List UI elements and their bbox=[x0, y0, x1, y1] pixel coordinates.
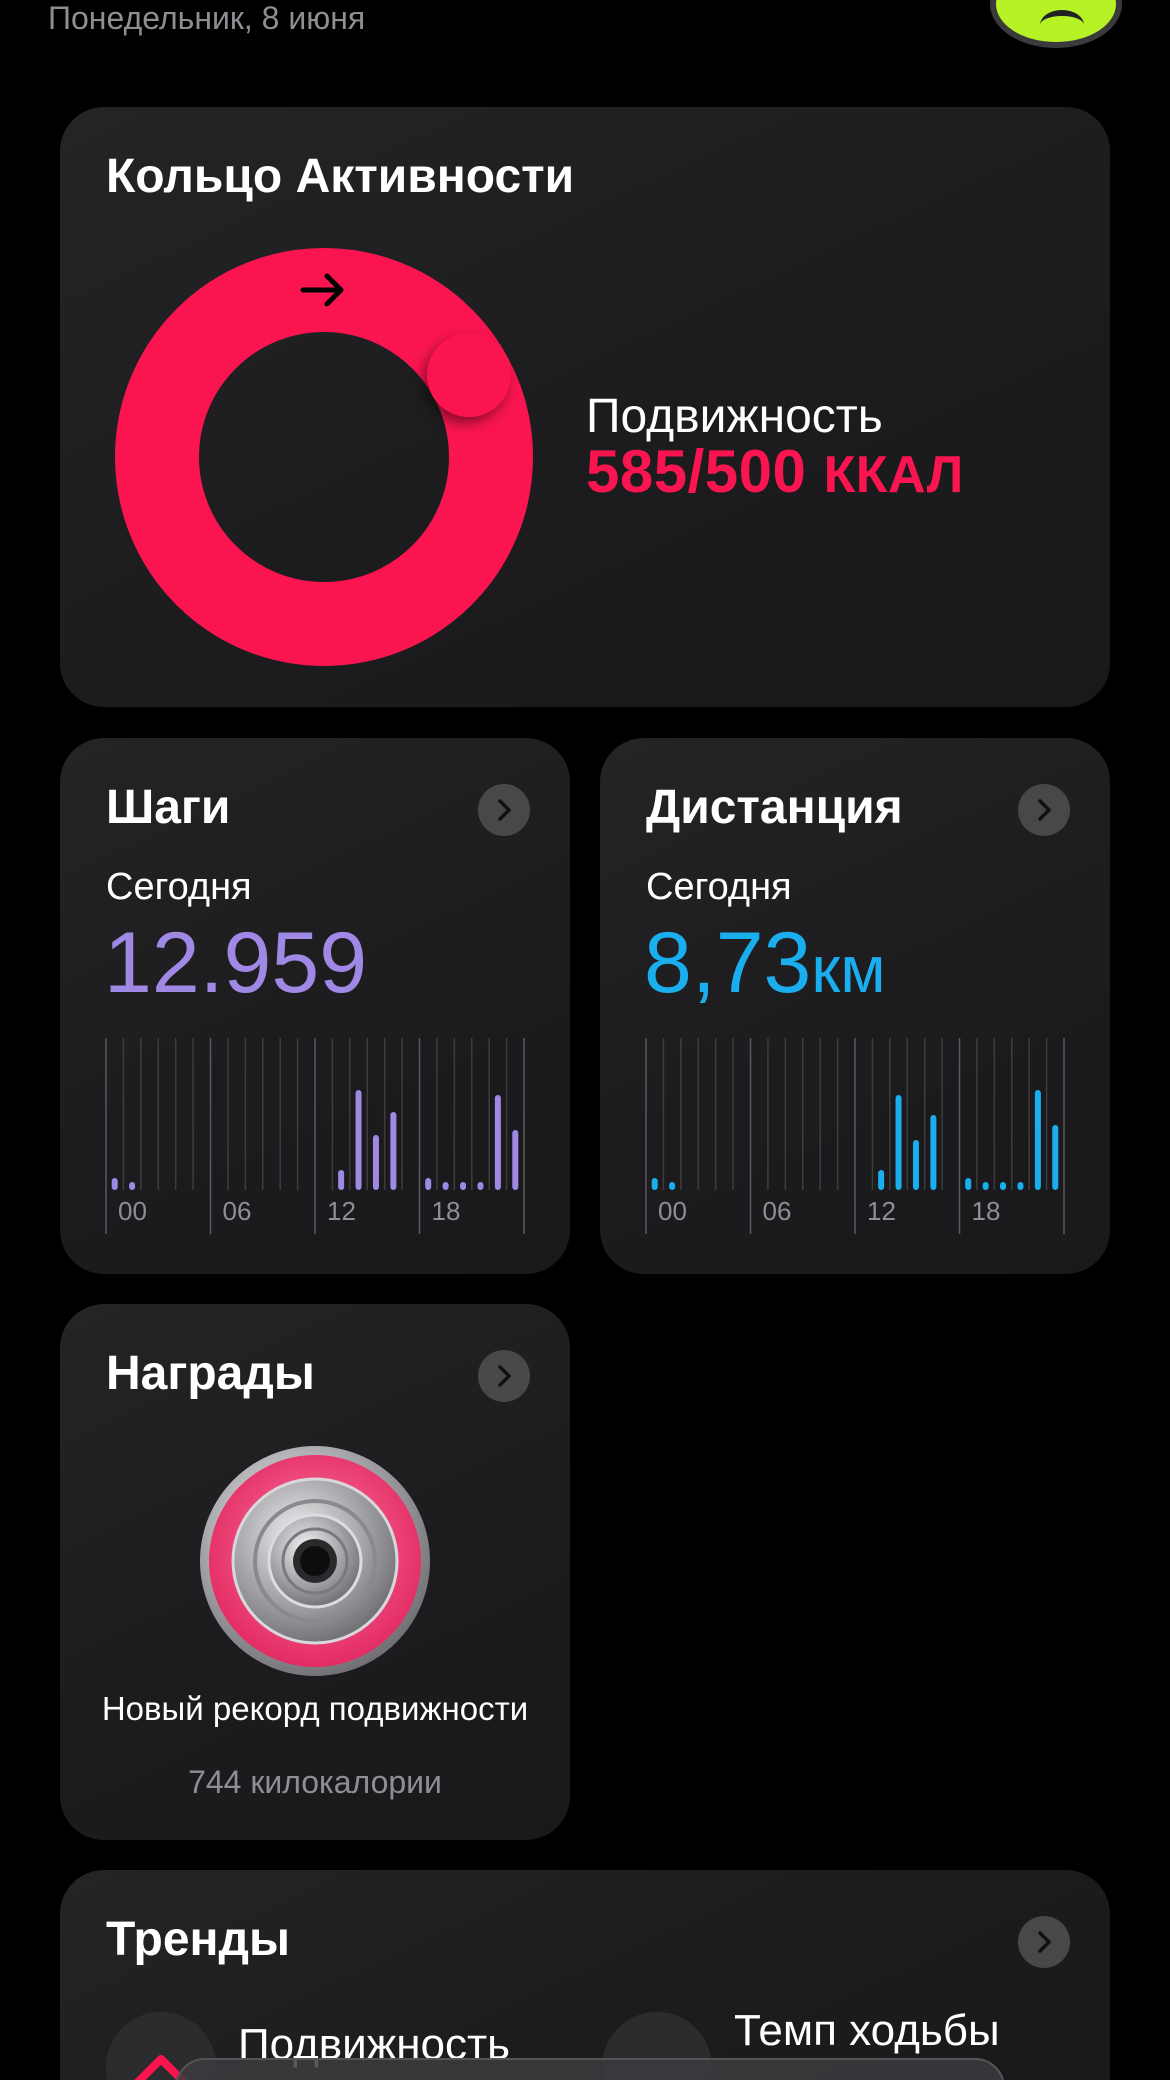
distance-value-number: 8,73 bbox=[644, 915, 812, 1011]
steps-value: 12.959 bbox=[104, 915, 368, 1011]
award-medal-icon bbox=[200, 1446, 430, 1676]
hour-bar bbox=[1034, 1090, 1041, 1190]
hour-tick-label: 18 bbox=[432, 1196, 461, 1226]
hour-bar bbox=[912, 1140, 919, 1190]
hour-bar bbox=[425, 1178, 432, 1190]
chevron-right-icon bbox=[1038, 1931, 1051, 1953]
hour-bar bbox=[338, 1170, 345, 1190]
hour-bar bbox=[651, 1178, 658, 1190]
hour-bar bbox=[442, 1182, 449, 1190]
distance-hourly-chart: 00 06 12 18 bbox=[645, 1038, 1065, 1234]
steps-hourly-chart: 00 06 12 18 bbox=[105, 1038, 525, 1234]
chevron-right-icon bbox=[1038, 799, 1051, 821]
move-ring bbox=[114, 247, 534, 667]
awards-card-title: Награды bbox=[106, 1347, 315, 1400]
hour-bar bbox=[982, 1182, 989, 1190]
activity-ring-card[interactable]: Кольцо Активности Подвижность 585/500 КК… bbox=[60, 107, 1110, 707]
distance-card-title: Дистанция bbox=[646, 781, 903, 834]
awards-chevron-button[interactable] bbox=[478, 1350, 530, 1402]
hour-tick-label: 12 bbox=[867, 1196, 896, 1226]
hour-bar bbox=[1017, 1182, 1024, 1190]
hour-bar bbox=[965, 1178, 972, 1190]
hour-tick-label: 00 bbox=[118, 1196, 147, 1226]
hour-bar bbox=[512, 1130, 519, 1190]
chevron-right-icon bbox=[498, 799, 511, 821]
hour-tick-label: 18 bbox=[972, 1196, 1001, 1226]
bottom-tab-bar[interactable] bbox=[175, 2058, 1005, 2080]
move-label: Подвижность bbox=[586, 390, 883, 443]
steps-period-label: Сегодня bbox=[106, 866, 252, 908]
date-label: Понедельник, 8 июня bbox=[48, 0, 366, 36]
trends-chevron-button[interactable] bbox=[1018, 1916, 1070, 1968]
hour-bar bbox=[895, 1095, 902, 1190]
hour-tick-label: 00 bbox=[658, 1196, 687, 1226]
hour-bar bbox=[930, 1115, 937, 1190]
award-name: Новый рекорд подвижности bbox=[101, 1690, 529, 1727]
awards-card[interactable]: Награды Новый рекорд подвижности 744 кил… bbox=[60, 1304, 570, 1840]
hour-bar bbox=[390, 1112, 397, 1190]
distance-value: 8,73км bbox=[644, 914, 886, 1013]
steps-chevron-button[interactable] bbox=[478, 784, 530, 836]
hour-bar bbox=[129, 1182, 136, 1190]
award-detail: 744 килокалории bbox=[188, 1764, 442, 1800]
move-value-unit: ККАЛ bbox=[823, 446, 964, 504]
hour-tick-label: 12 bbox=[327, 1196, 356, 1226]
activity-summary-screen: Понедельник, 8 июня Кольцо Активности По… bbox=[0, 0, 1170, 2080]
move-value-number: 585/500 bbox=[586, 438, 807, 505]
activity-card-title: Кольцо Активности bbox=[106, 150, 575, 203]
hour-bar bbox=[477, 1182, 484, 1190]
hour-bar bbox=[111, 1178, 118, 1190]
hour-bar bbox=[494, 1095, 501, 1190]
trends-card[interactable]: Тренды Подвижность Темп ходьбы bbox=[60, 1870, 1110, 2080]
profile-avatar[interactable] bbox=[990, 0, 1122, 48]
chevron-right-icon bbox=[498, 1365, 511, 1387]
move-ring-graphic bbox=[115, 248, 533, 666]
hour-bar bbox=[1052, 1125, 1059, 1190]
move-value: 585/500 ККАЛ bbox=[586, 437, 964, 506]
steps-card[interactable]: Шаги Сегодня 12.959 00 06 12 18 bbox=[60, 738, 570, 1274]
trend-pace-label: Темп ходьбы bbox=[734, 2006, 1000, 2055]
hour-bar bbox=[1000, 1182, 1007, 1190]
hour-bar bbox=[878, 1170, 885, 1190]
hour-bar bbox=[355, 1090, 362, 1190]
steps-card-title: Шаги bbox=[106, 781, 231, 834]
hour-tick-label: 06 bbox=[763, 1196, 792, 1226]
distance-card[interactable]: Дистанция Сегодня 8,73км 00 06 12 18 bbox=[600, 738, 1110, 1274]
hour-bar bbox=[372, 1135, 379, 1190]
hour-bar bbox=[460, 1182, 467, 1190]
distance-period-label: Сегодня bbox=[646, 866, 792, 908]
hour-bar bbox=[669, 1182, 676, 1190]
hour-tick-label: 06 bbox=[223, 1196, 252, 1226]
distance-chevron-button[interactable] bbox=[1018, 784, 1070, 836]
trends-card-title: Тренды bbox=[106, 1913, 290, 1966]
distance-value-unit: км bbox=[811, 932, 886, 1006]
